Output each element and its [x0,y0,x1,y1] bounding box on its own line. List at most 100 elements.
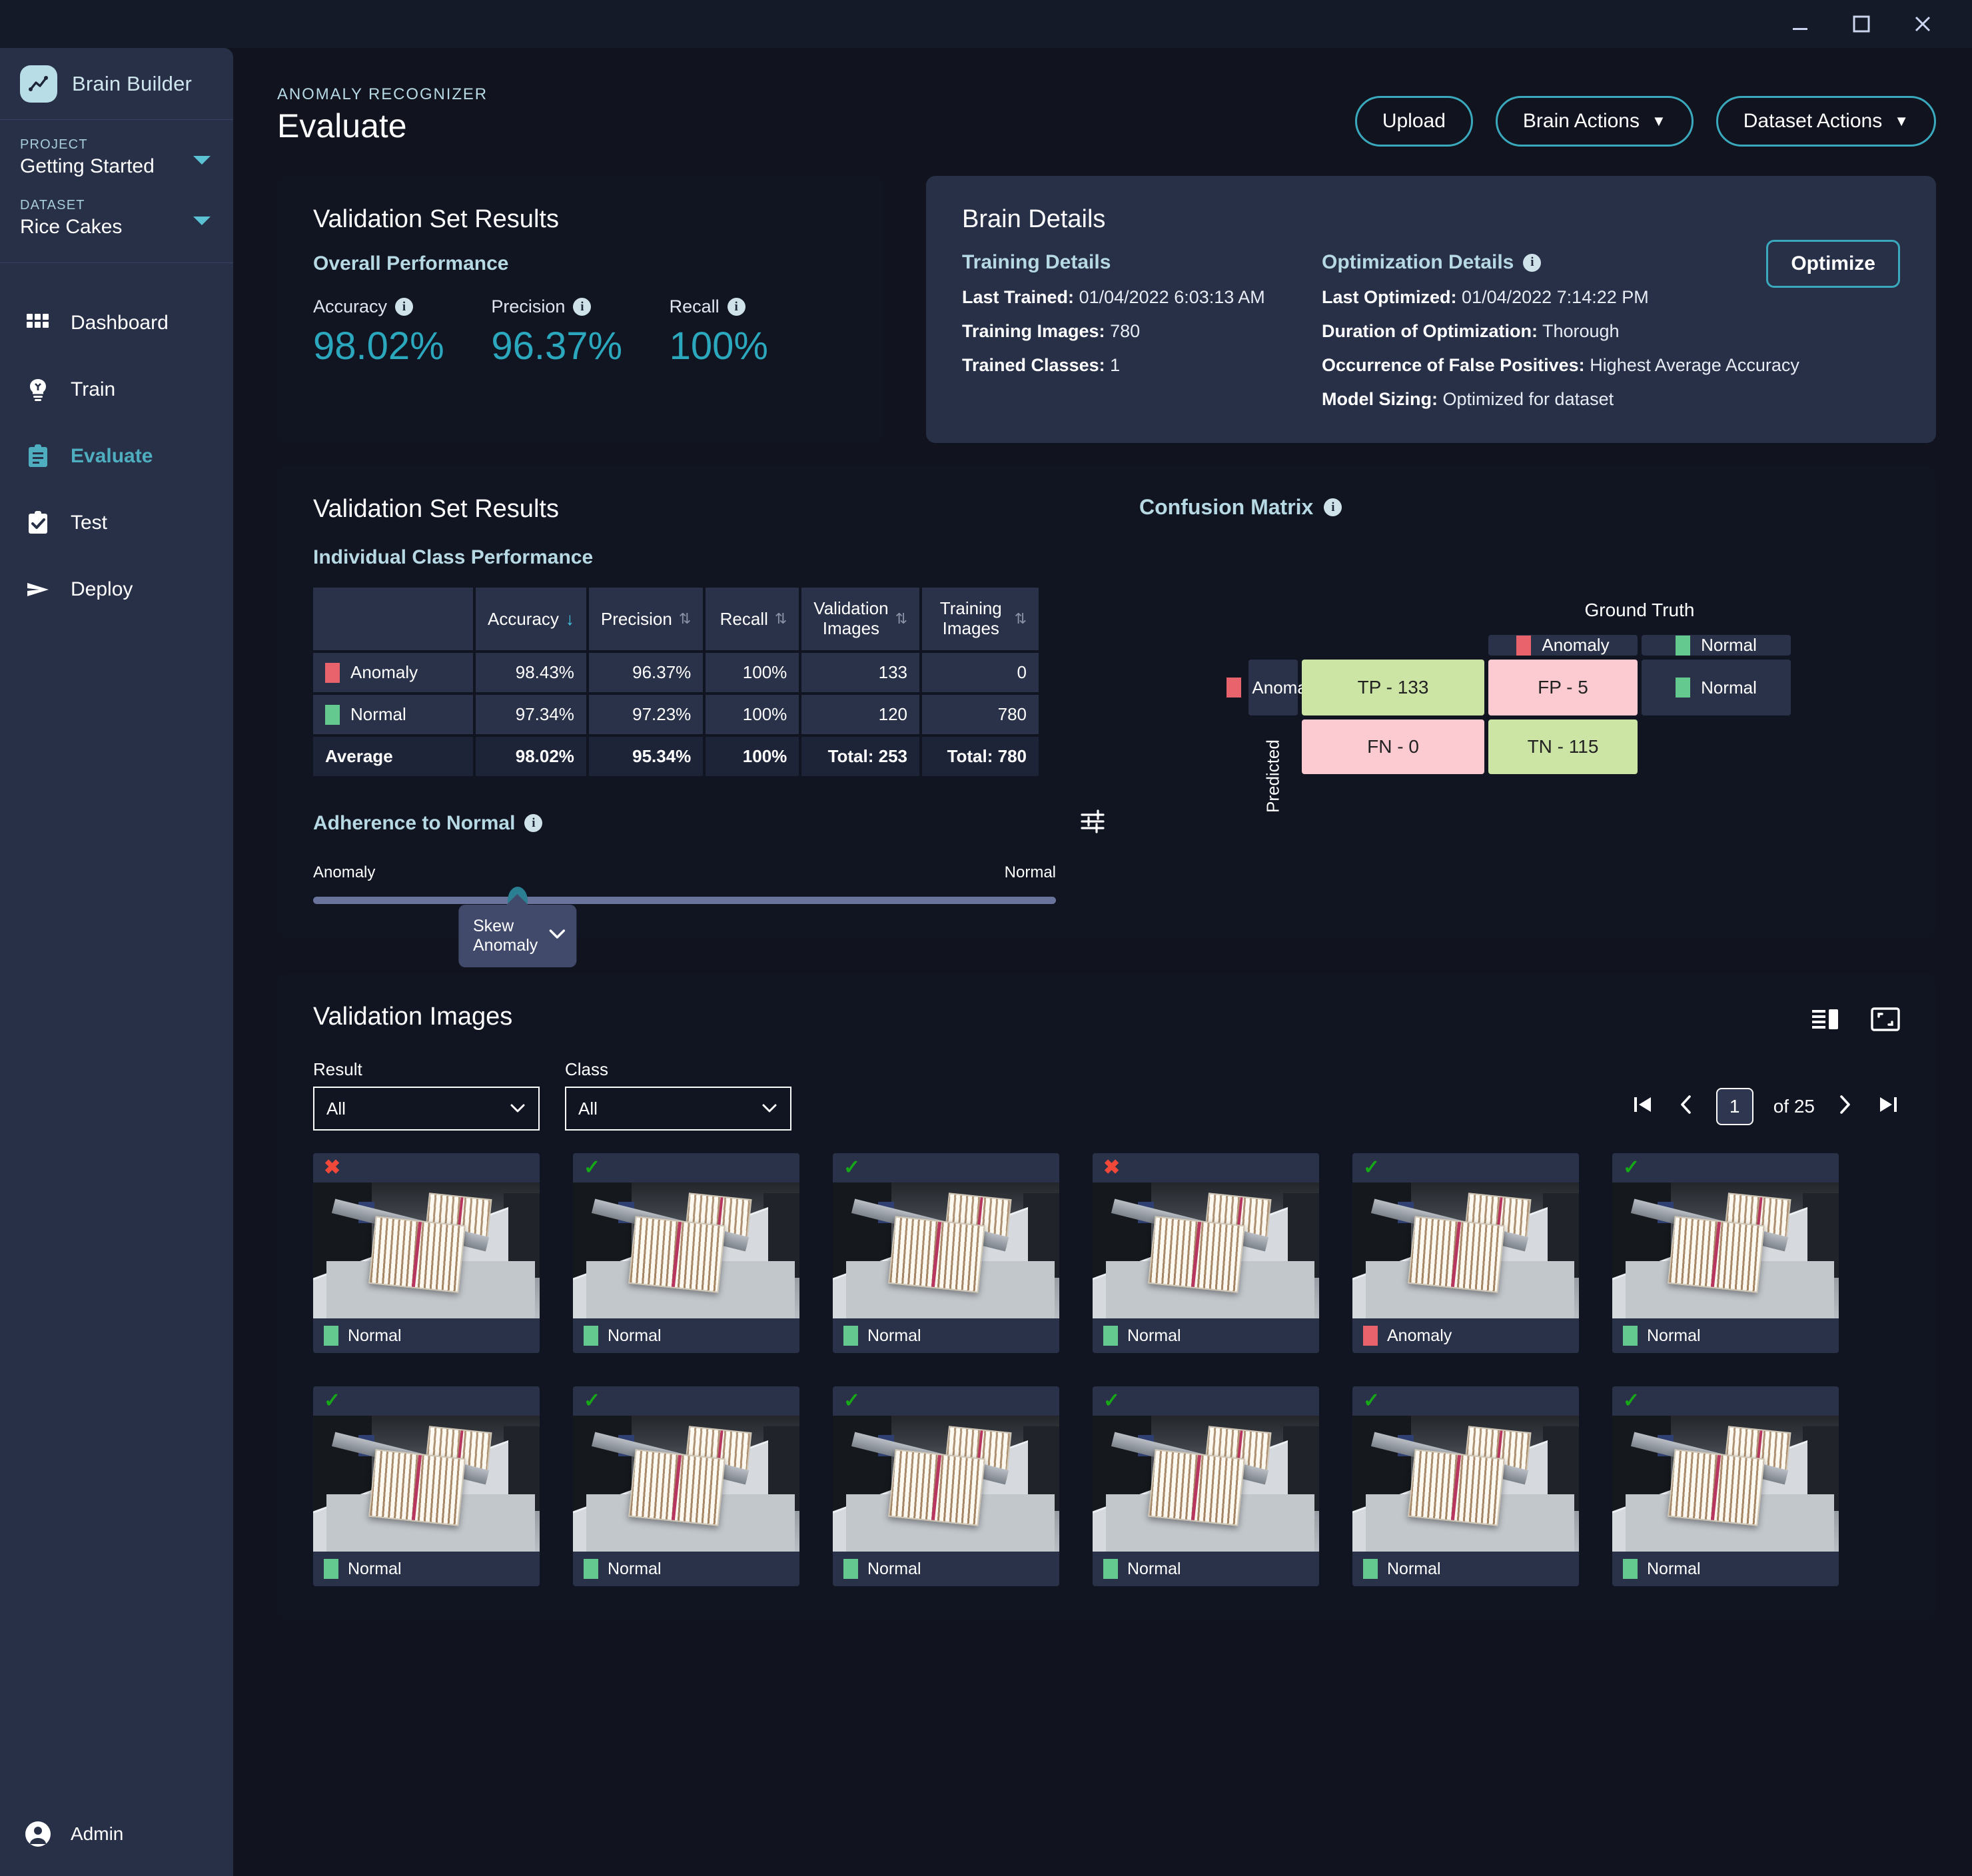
minimize-icon[interactable] [1769,0,1831,48]
status-correct-icon: ✓ [1623,1391,1640,1411]
first-page-icon[interactable] [1631,1093,1656,1121]
prev-page-icon[interactable] [1676,1093,1696,1121]
optimize-button[interactable]: Optimize [1766,240,1900,288]
sidebar-item-dashboard[interactable]: Dashboard [0,290,233,356]
skew-anomaly-dropdown[interactable]: Skew Anomaly [458,905,576,967]
thumbnail-label: Normal [608,1560,662,1579]
clipboard-list-icon [23,441,53,472]
status-incorrect-icon: ✖ [324,1158,340,1178]
validation-image-card[interactable]: ✖ Normal [1093,1153,1319,1353]
next-page-icon[interactable] [1835,1093,1855,1121]
maximize-icon[interactable] [1831,0,1892,48]
main-content: ANOMALY RECOGNIZER Evaluate Upload Brain… [233,48,1972,1876]
cell-training-images: 780 [922,695,1039,734]
table-row[interactable]: Normal 97.34% 97.23% 100% 120 780 [313,695,1039,734]
optimization-detail-line: Duration of Optimization: Thorough [1322,321,1900,342]
col-precision[interactable]: Precision⇅ [589,588,703,650]
info-icon[interactable]: i [1324,498,1342,516]
validation-image-card[interactable]: ✓ Normal [1093,1386,1319,1586]
result-filter-label: Result [313,1059,540,1080]
thumbnail-image [313,1182,540,1318]
page-title: Evaluate [277,107,488,145]
close-icon[interactable] [1892,0,1953,48]
status-correct-icon: ✓ [1103,1391,1120,1411]
validation-image-card[interactable]: ✓ Normal [573,1153,799,1353]
slider-track[interactable] [313,897,1056,904]
info-icon[interactable]: i [395,298,413,316]
validation-image-card[interactable]: ✓ Normal [313,1386,540,1586]
class-swatch-green [324,1559,338,1579]
sort-desc-icon: ↓ [566,609,574,630]
validation-image-card[interactable]: ✓ Normal [833,1153,1059,1353]
send-icon [23,574,53,605]
result-filter-select[interactable]: All [313,1087,540,1131]
col-accuracy[interactable]: Accuracy↓ [476,588,586,650]
validation-image-card[interactable]: ✖ Normal [313,1153,540,1353]
status-incorrect-icon: ✖ [1103,1158,1120,1178]
table-row[interactable]: Anomaly 98.43% 96.37% 100% 133 0 [313,653,1039,692]
thumbnail-label: Normal [1647,1560,1701,1579]
summary-cards-row: Validation Set Results Overall Performan… [277,176,1936,443]
expand-view-icon[interactable] [1871,1007,1900,1035]
class-swatch-green [1103,1326,1118,1346]
adherence-settings-icon[interactable] [1079,808,1106,838]
class-performance-subtitle: Individual Class Performance [313,546,1113,569]
list-view-icon[interactable] [1811,1007,1840,1035]
sidebar-item-evaluate[interactable]: Evaluate [0,423,233,490]
class-swatch-green [1676,636,1690,656]
status-correct-icon: ✓ [324,1391,340,1411]
adherence-slider[interactable]: Anomaly Normal Skew Anomaly [313,863,1056,904]
class-swatch-green [324,1326,338,1346]
row-class: Normal [313,695,473,734]
col-recall[interactable]: Recall⇅ [706,588,799,650]
upload-button[interactable]: Upload [1355,96,1473,147]
chevron-down-icon [509,1099,526,1119]
info-icon[interactable]: i [573,298,591,316]
metric-accuracy: Accuracy i 98.02% [313,296,491,368]
validation-image-card[interactable]: ✓ Normal [573,1386,799,1586]
sidebar-item-test[interactable]: Test [0,490,233,556]
validation-image-card[interactable]: ✓ Normal [1352,1386,1579,1586]
brain-details-title: Brain Details [962,205,1900,234]
validation-image-card[interactable]: ✓ Normal [833,1386,1059,1586]
info-icon[interactable]: i [524,814,542,832]
validation-image-card[interactable]: ✓ Normal [1612,1386,1839,1586]
col-training-images[interactable]: Training Images⇅ [922,588,1039,650]
app-window: Brain Builder PROJECT Getting Started DA… [0,0,1972,1876]
thumbnail-image [1352,1182,1579,1318]
brain-actions-button[interactable]: Brain Actions ▼ [1496,96,1694,147]
validation-image-card[interactable]: ✓ Normal [1612,1153,1839,1353]
ground-truth-label: Ground Truth [1486,600,1793,621]
sort-both-icon: ⇅ [775,610,787,628]
thumbnail-label: Normal [348,1326,402,1346]
user-menu[interactable]: Admin [0,1792,233,1876]
dataset-actions-button[interactable]: Dataset Actions ▼ [1716,96,1936,147]
cell-accuracy: 97.34% [476,695,586,734]
page-number-input[interactable]: 1 [1716,1088,1753,1125]
slider-right-label: Normal [1005,863,1056,882]
chevron-down-icon [547,926,567,945]
overall-metrics: Accuracy i 98.02% Precision i 96.37% [313,296,847,368]
last-page-icon[interactable] [1875,1093,1900,1121]
header-actions: Upload Brain Actions ▼ Dataset Actions ▼ [1355,85,1936,147]
sidebar-item-label: Test [71,512,107,534]
upload-button-label: Upload [1382,110,1446,133]
breadcrumb: ANOMALY RECOGNIZER [277,85,488,104]
col-validation-images[interactable]: Validation Images⇅ [801,588,919,650]
info-icon[interactable]: i [1523,254,1541,272]
class-filter-select[interactable]: All [565,1087,791,1131]
avg-recall: 100% [706,737,799,776]
validation-image-card[interactable]: ✓ Anomaly [1352,1153,1579,1353]
optimization-details-heading: Optimization Details [1322,251,1514,274]
project-selector[interactable]: PROJECT Getting Started [20,137,213,178]
cm-row-header-normal: Normal [1642,660,1791,715]
thumbnail-label: Normal [348,1560,402,1579]
dataset-selector[interactable]: DATASET Rice Cakes [20,198,213,238]
info-icon[interactable]: i [728,298,745,316]
detail-value: Thorough [1542,321,1620,341]
sidebar-item-train[interactable]: Train [0,356,233,423]
brand[interactable]: Brain Builder [0,48,233,120]
class-swatch-green [584,1559,598,1579]
sidebar-item-deploy[interactable]: Deploy [0,556,233,623]
sort-both-icon: ⇅ [895,610,907,628]
